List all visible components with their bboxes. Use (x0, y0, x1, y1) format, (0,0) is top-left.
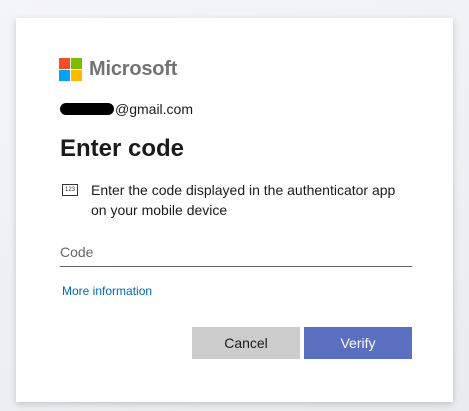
redacted-username (60, 103, 114, 115)
brand-name: Microsoft (89, 58, 178, 80)
verify-button[interactable]: Verify (304, 327, 412, 359)
page-title: Enter code (60, 135, 185, 162)
microsoft-logo: Microsoft (59, 58, 177, 81)
logo-blue-square (59, 70, 70, 81)
logo-yellow-square (71, 70, 82, 81)
logo-green-square (71, 58, 82, 69)
instruction-text: Enter the code displayed in the authenti… (91, 182, 396, 218)
more-information-link[interactable]: More information (62, 284, 152, 298)
microsoft-logo-icon (59, 58, 82, 81)
email-suffix: @gmail.com (115, 101, 194, 117)
sign-in-card: Microsoft @gmail.com Enter code 123 Ente… (16, 18, 453, 402)
instruction-row: 123 Enter the code displayed in the auth… (62, 180, 412, 220)
code-input[interactable] (60, 238, 412, 267)
logo-red-square (59, 58, 70, 69)
verification-code-icon: 123 (62, 184, 78, 196)
cancel-button[interactable]: Cancel (192, 327, 300, 359)
account-identity: @gmail.com (60, 101, 193, 117)
